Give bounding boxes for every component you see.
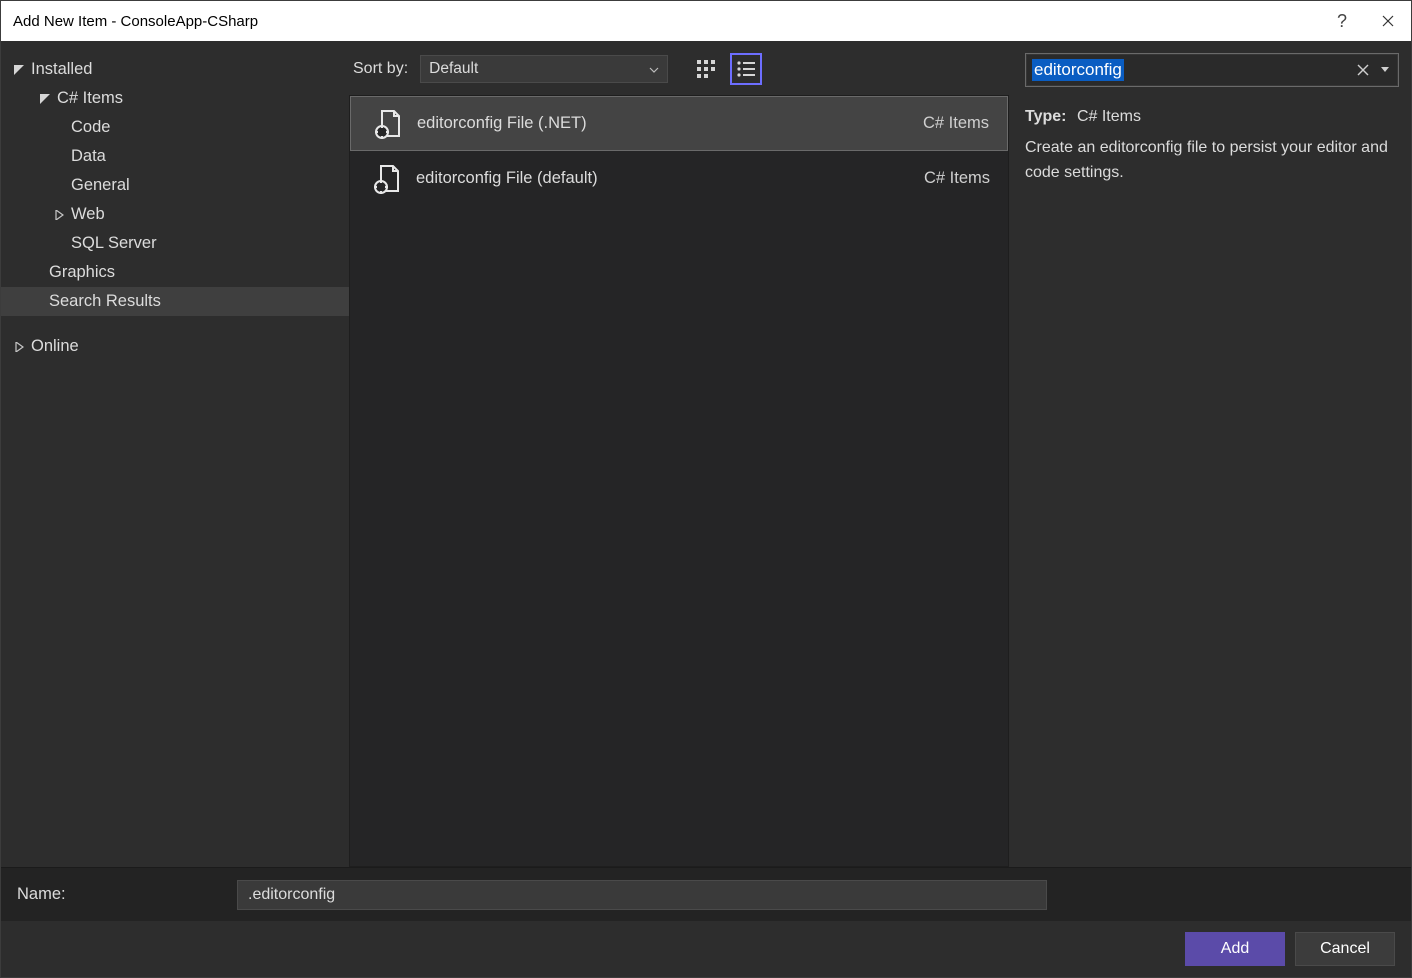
template-category: C# Items (924, 169, 990, 188)
sidebar-item-sqlserver[interactable]: SQL Server (1, 229, 349, 258)
template-label: editorconfig File (default) (408, 169, 924, 188)
view-list-button[interactable] (730, 53, 762, 85)
dialog-footer: Add Cancel (1, 921, 1411, 977)
expand-icon (13, 65, 25, 75)
sidebar-label: Code (71, 118, 110, 137)
sidebar-item-csharp-items[interactable]: C# Items (1, 84, 349, 113)
view-large-icons-button[interactable] (690, 53, 722, 85)
sidebar-label: Online (31, 337, 79, 356)
sortby-label: Sort by: (353, 60, 408, 78)
name-bar: Name: (1, 867, 1411, 921)
dialog-body: Installed C# Items Code Data General (1, 41, 1411, 977)
sidebar-item-installed[interactable]: Installed (1, 55, 349, 84)
close-icon (1357, 64, 1369, 76)
search-dropdown-button[interactable] (1374, 58, 1396, 82)
expand-icon (39, 94, 51, 104)
grid-icon (697, 60, 715, 78)
close-icon (1382, 15, 1394, 27)
template-description: Type: C# Items Create an editorconfig fi… (1025, 105, 1399, 185)
file-config-icon (365, 108, 409, 140)
file-config-icon (364, 163, 408, 195)
sidebar-item-web[interactable]: Web (1, 200, 349, 229)
sidebar-label: Search Results (49, 292, 161, 311)
template-item[interactable]: editorconfig File (.NET) C# Items (350, 96, 1008, 151)
description-text: Create an editorconfig file to persist y… (1025, 136, 1399, 186)
category-sidebar: Installed C# Items Code Data General (1, 41, 349, 867)
sidebar-label: C# Items (57, 89, 123, 108)
titlebar: Add New Item - ConsoleApp-CSharp ? (1, 1, 1411, 41)
sortby-dropdown[interactable]: Default (420, 55, 668, 83)
sidebar-label: SQL Server (71, 234, 157, 253)
details-pane: editorconfig Type: C# Items Create an ed… (1017, 41, 1411, 867)
chevron-down-icon (649, 60, 659, 78)
sidebar-label: Graphics (49, 263, 115, 282)
sidebar-label: Data (71, 147, 106, 166)
cancel-button[interactable]: Cancel (1295, 932, 1395, 966)
type-line: Type: C# Items (1025, 105, 1399, 130)
search-input[interactable]: editorconfig (1025, 53, 1399, 87)
search-value-selected: editorconfig (1032, 59, 1124, 81)
sidebar-item-graphics[interactable]: Graphics (1, 258, 349, 287)
type-label: Type: (1025, 108, 1066, 125)
dialog-window: Add New Item - ConsoleApp-CSharp ? Insta… (0, 0, 1412, 978)
close-button[interactable] (1365, 1, 1411, 41)
clear-search-button[interactable] (1352, 58, 1374, 82)
center-column: Sort by: Default (349, 41, 1017, 867)
list-icon (737, 61, 755, 77)
template-category: C# Items (923, 114, 989, 133)
name-input[interactable] (237, 880, 1047, 910)
sidebar-item-data[interactable]: Data (1, 142, 349, 171)
sidebar-item-code[interactable]: Code (1, 113, 349, 142)
sort-toolbar: Sort by: Default (349, 53, 1009, 85)
add-button[interactable]: Add (1185, 932, 1285, 966)
window-title: Add New Item - ConsoleApp-CSharp (13, 13, 258, 30)
sidebar-spacer (1, 316, 349, 332)
sidebar-label: Web (71, 205, 105, 224)
template-item[interactable]: editorconfig File (default) C# Items (350, 151, 1008, 206)
template-list: editorconfig File (.NET) C# Items editor… (349, 95, 1009, 867)
main-area: Installed C# Items Code Data General (1, 41, 1411, 867)
collapse-icon (53, 210, 65, 220)
sidebar-item-search-results[interactable]: Search Results (1, 287, 349, 316)
name-label: Name: (17, 885, 237, 904)
collapse-icon (13, 342, 25, 352)
sidebar-label: General (71, 176, 130, 195)
type-value: C# Items (1077, 108, 1141, 125)
template-label: editorconfig File (.NET) (409, 114, 923, 133)
help-button[interactable]: ? (1319, 1, 1365, 41)
sortby-value: Default (429, 60, 478, 78)
sidebar-item-general[interactable]: General (1, 171, 349, 200)
sidebar-item-online[interactable]: Online (1, 332, 349, 361)
sidebar-label: Installed (31, 60, 92, 79)
chevron-down-icon (1381, 67, 1389, 73)
